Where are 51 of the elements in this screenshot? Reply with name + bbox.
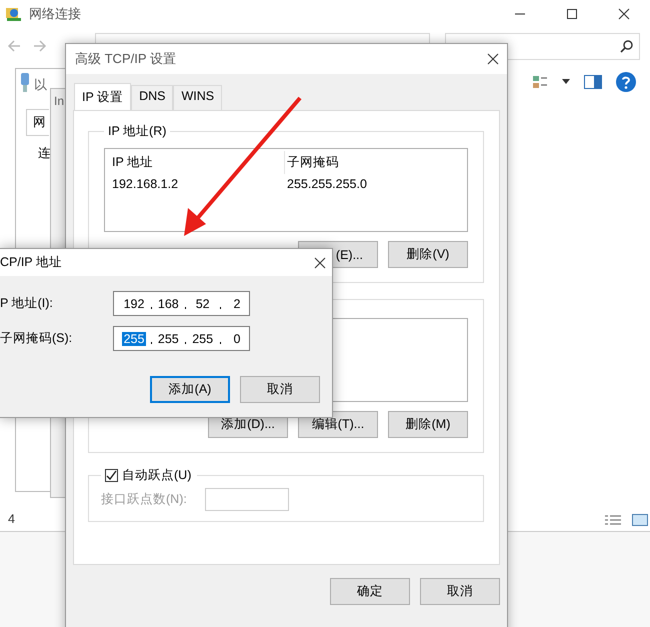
label: 连 xyxy=(38,145,51,162)
field-label: P 地址(I): xyxy=(0,295,54,312)
window-title: In xyxy=(54,94,64,108)
dialog-button[interactable]: 删除(M) xyxy=(388,411,468,438)
octet[interactable]: 2 xyxy=(224,296,249,310)
octet[interactable]: 168 xyxy=(156,296,180,310)
tab[interactable]: 网 xyxy=(26,109,49,136)
field-label: 接口跃点数(N): xyxy=(101,491,187,508)
dialog-title: 高级 TCP/IP 设置 xyxy=(75,50,176,68)
dialog-title: CP/IP 地址 xyxy=(0,254,62,271)
table-cell-text: 255.255.255.0 xyxy=(287,176,368,193)
octet[interactable]: 255 xyxy=(122,332,146,346)
close-icon[interactable] xyxy=(618,8,630,20)
table-cell-text: 192.168.1.2 xyxy=(112,176,180,193)
input-field[interactable] xyxy=(204,488,289,511)
network-folder-icon xyxy=(5,5,23,23)
search-icon xyxy=(620,40,633,53)
checkbox-label: 自动跃点(U) xyxy=(122,467,192,484)
field-label: 子网掩码(S): xyxy=(0,330,74,347)
octet[interactable]: 255 xyxy=(190,332,215,346)
octet[interactable]: 192 xyxy=(122,296,146,310)
details-view-icon[interactable] xyxy=(604,514,622,526)
close-icon[interactable] xyxy=(314,256,326,268)
item-count: 4 xyxy=(8,512,15,526)
large-icons-view-icon[interactable] xyxy=(632,514,648,526)
maximize-icon[interactable] xyxy=(566,8,578,20)
tab[interactable]: WINS xyxy=(173,85,222,110)
ip-address-field[interactable]: 192 168 52 2 xyxy=(113,291,250,316)
octet[interactable]: 52 xyxy=(190,296,215,310)
help-icon[interactable] xyxy=(616,72,636,92)
preview-pane-icon[interactable] xyxy=(584,75,602,89)
tab[interactable]: DNS xyxy=(131,85,174,110)
octet[interactable]: 255 xyxy=(156,332,180,346)
dialog-button[interactable]: 确定 xyxy=(330,578,410,605)
octet[interactable]: 0 xyxy=(224,332,249,346)
caret-icon[interactable] xyxy=(562,79,570,85)
window-title: 网络连接 xyxy=(29,5,81,23)
close-icon[interactable] xyxy=(487,53,499,65)
dialog-button[interactable]: 删除(V) xyxy=(388,241,468,268)
tab[interactable]: IP 设置 xyxy=(74,83,132,110)
ip-address-field[interactable]: 255 255 255 0 xyxy=(113,326,250,351)
dialog-button[interactable]: 取消 xyxy=(420,578,500,605)
network-adapter-icon xyxy=(19,73,31,93)
column-header[interactable]: 子网掩码 xyxy=(287,151,467,174)
dialog-button[interactable]: 取消 xyxy=(240,376,320,403)
view-options-icon[interactable] xyxy=(532,74,548,90)
window-title: 以 xyxy=(34,76,47,94)
column-header[interactable]: IP 地址 xyxy=(112,151,285,174)
group-label: IP 地址(R) xyxy=(107,123,168,140)
dialog-button[interactable]: 添加(A) xyxy=(150,376,230,403)
checkbox[interactable] xyxy=(105,469,118,482)
